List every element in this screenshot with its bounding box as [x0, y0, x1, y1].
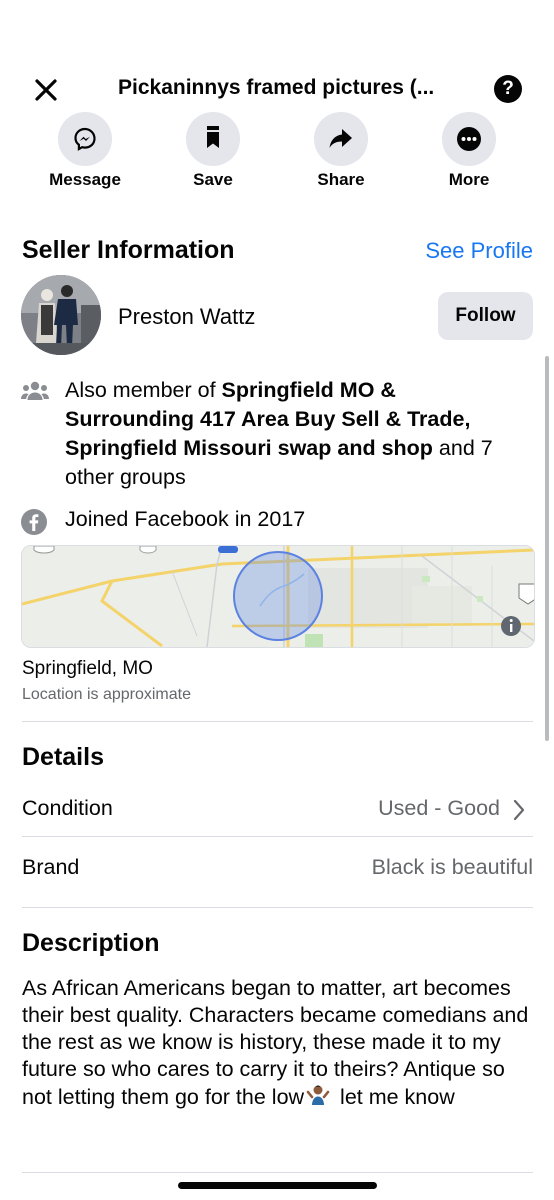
groups-membership: Also member of Springfield MO & Surround… [65, 376, 525, 492]
location-note: Location is approximate [22, 686, 191, 703]
group-link-2[interactable]: Springfield Missouri swap and shop [65, 436, 433, 460]
action-bar: Message Save Share More [0, 112, 554, 202]
joined-date: Joined Facebook in 2017 [65, 507, 306, 531]
more-button[interactable]: More [414, 112, 524, 190]
groups-comma: , [464, 407, 471, 431]
description-heading: Description [22, 929, 160, 957]
save-button[interactable]: Save [158, 112, 268, 190]
share-label: Share [317, 170, 365, 189]
close-icon[interactable] [30, 74, 62, 106]
groups-icon [21, 380, 49, 407]
brand-value: Black is beautiful [371, 855, 533, 879]
condition-label: Condition [22, 796, 113, 820]
messenger-icon [58, 112, 112, 166]
see-profile-link[interactable]: See Profile [425, 238, 533, 264]
message-label: Message [49, 170, 121, 189]
seller-info-heading: Seller Information [22, 236, 235, 264]
divider [22, 1172, 533, 1173]
share-button[interactable]: Share [286, 112, 396, 190]
facebook-icon [21, 509, 47, 535]
seller-name[interactable]: Preston Wattz [118, 304, 255, 330]
message-button[interactable]: Message [30, 112, 140, 190]
more-dots-icon [442, 112, 496, 166]
help-icon[interactable]: ? [494, 75, 522, 103]
groups-prefix: Also member of [65, 378, 222, 402]
divider [22, 907, 533, 908]
description-end: let me know [334, 1085, 455, 1109]
shrug-emoji-icon [306, 1083, 330, 1114]
brand-label: Brand [22, 855, 80, 879]
bookmark-icon [186, 112, 240, 166]
condition-value[interactable]: Used - Good [378, 796, 500, 821]
location-city: Springfield, MO [22, 658, 153, 679]
scrollbar[interactable] [545, 356, 549, 741]
save-label: Save [193, 170, 233, 189]
follow-button[interactable]: Follow [438, 292, 533, 340]
divider [22, 836, 533, 837]
description-text: As African Americans began to matter, ar… [22, 975, 534, 1114]
top-bar: Pickaninnys framed pictures (... ? [0, 60, 554, 118]
location-map[interactable] [21, 545, 535, 648]
more-label: More [448, 170, 490, 189]
seller-avatar[interactable] [21, 275, 101, 355]
listing-title: Pickaninnys framed pictures (... [118, 76, 435, 99]
chevron-right-icon[interactable] [511, 798, 527, 827]
home-indicator[interactable] [178, 1182, 377, 1189]
share-arrow-icon [314, 112, 368, 166]
divider [22, 721, 533, 722]
details-heading: Details [22, 743, 104, 771]
